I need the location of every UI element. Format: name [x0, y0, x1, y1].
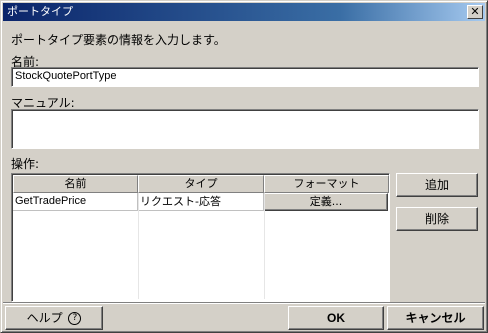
help-question-icon: ? [68, 312, 82, 325]
delete-button[interactable]: 削除 [396, 207, 478, 231]
help-label: ヘルプ [26, 311, 63, 325]
close-icon[interactable]: ✕ [467, 5, 483, 19]
column-header-format[interactable]: フォーマット [264, 175, 389, 193]
operations-label: 操作: [11, 157, 40, 171]
manual-textarea[interactable] [11, 109, 479, 149]
column-divider [138, 193, 139, 299]
column-header-type[interactable]: タイプ [138, 175, 264, 193]
cancel-button[interactable]: キャンセル [387, 306, 484, 330]
table-header: 名前 タイプ フォーマット [13, 175, 389, 193]
operation-name-cell[interactable]: GetTradePrice [13, 193, 138, 211]
name-input[interactable]: StockQuotePortType [11, 67, 479, 87]
operations-table: 名前 タイプ フォーマット GetTradePrice リクエスト-応答 定義.… [11, 173, 390, 302]
port-type-dialog: ポートタイプ ✕ ポートタイプ要素の情報を入力します。 名前: StockQuo… [0, 0, 488, 333]
help-button[interactable]: ヘルプ ? [5, 306, 103, 330]
instruction-text: ポートタイプ要素の情報を入力します。 [11, 33, 226, 47]
column-header-name[interactable]: 名前 [13, 175, 138, 193]
operation-type-cell[interactable]: リクエスト-応答 [138, 193, 264, 211]
title-bar: ポートタイプ ✕ [3, 3, 485, 21]
table-row[interactable]: GetTradePrice リクエスト-応答 定義... [13, 193, 388, 211]
footer-separator [3, 302, 485, 304]
column-divider [264, 193, 265, 299]
define-format-button[interactable]: 定義... [264, 193, 388, 211]
window-title: ポートタイプ [7, 5, 73, 18]
ok-button[interactable]: OK [288, 306, 384, 330]
add-button[interactable]: 追加 [396, 173, 478, 197]
